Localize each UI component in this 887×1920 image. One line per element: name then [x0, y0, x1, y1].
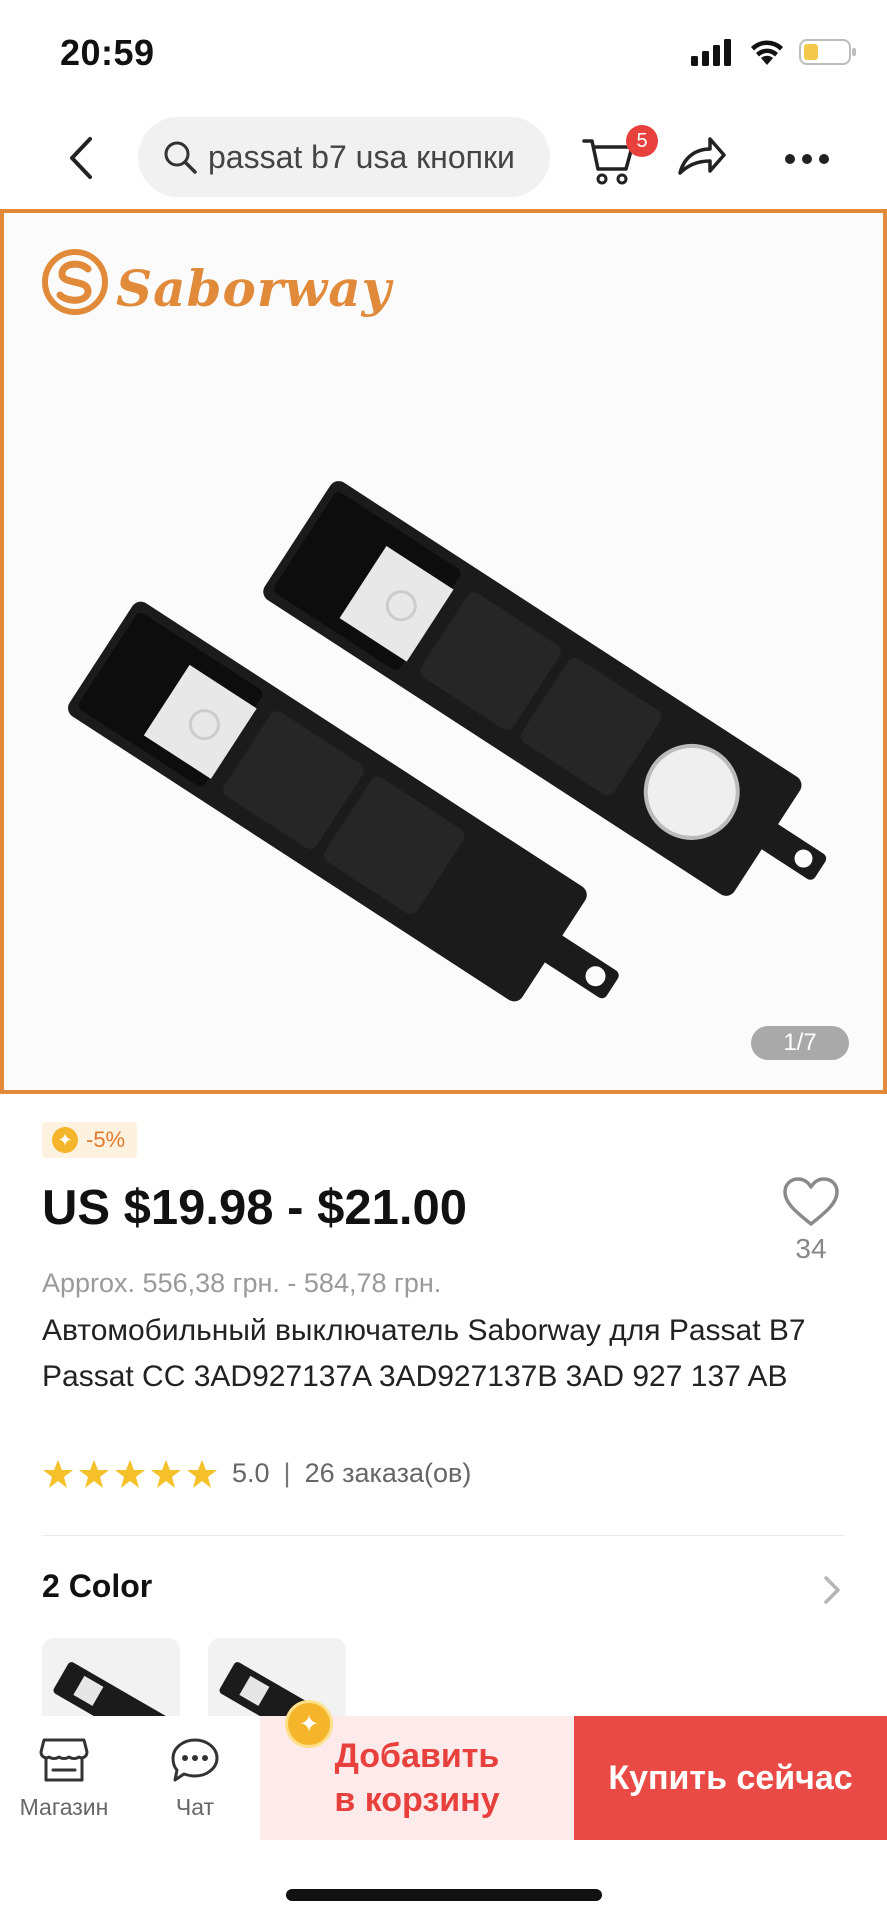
home-indicator [286, 1889, 602, 1901]
status-icons [691, 38, 857, 66]
rating-row[interactable]: 5.0 | 26 заказа(ов) [42, 1458, 471, 1489]
add-to-cart-line1: Добавить [334, 1737, 500, 1775]
store-icon [39, 1738, 89, 1782]
wifi-icon [751, 40, 783, 65]
add-to-cart-label: Добавить в корзину [334, 1734, 499, 1822]
product-image-gallery[interactable]: Saborway 1/7 [0, 209, 887, 1094]
image-counter: 1/7 [751, 1026, 849, 1060]
chat-label: Чат [175, 1794, 215, 1820]
approx-price: Approx. 556,38 грн. - 584,78 грн. [42, 1268, 442, 1298]
search-icon [164, 141, 197, 174]
more-icon[interactable] [784, 153, 830, 165]
chat-button[interactable]: Чат [150, 1716, 240, 1840]
battery-icon [799, 39, 856, 65]
wishlist-count: 34 [795, 1233, 827, 1264]
variant-section-title[interactable]: 2 Color [42, 1568, 152, 1605]
heart-icon[interactable] [782, 1176, 840, 1228]
product-photo [68, 481, 827, 1002]
search-query: passat b7 usa кнопки [208, 138, 515, 175]
rating-value: 5.0 [232, 1458, 270, 1488]
coin-icon[interactable]: ✦ [285, 1700, 333, 1748]
status-time: 20:59 [60, 32, 155, 73]
divider [42, 1535, 845, 1536]
star-icon [115, 1459, 145, 1488]
star-icon [187, 1459, 217, 1488]
signal-icon [691, 39, 731, 66]
price-range: US $19.98 - $21.00 [42, 1181, 467, 1235]
discount-badge: ✦ -5% [42, 1122, 138, 1158]
separator: | [283, 1458, 291, 1488]
share-icon[interactable] [676, 133, 728, 183]
discount-value: -5% [86, 1127, 126, 1152]
rating-stars [42, 1459, 218, 1489]
search-input[interactable]: passat b7 usa кнопки [138, 117, 550, 197]
product-title: Автомобильный выключатель Saborway для P… [42, 1314, 806, 1393]
store-button[interactable]: Магазин [14, 1716, 114, 1840]
buy-now-button[interactable]: Купить сейчас [574, 1716, 887, 1840]
bottom-action-bar: Магазин Чат Добавить в корзину Купить се… [0, 1716, 887, 1840]
orders-count: 26 заказа(ов) [304, 1458, 472, 1488]
top-bar: passat b7 usa кнопки 5 [0, 105, 887, 211]
chat-icon [171, 1738, 219, 1782]
store-label: Магазин [19, 1794, 109, 1820]
coin-icon: ✦ [52, 1127, 78, 1153]
chevron-right-icon[interactable] [822, 1574, 842, 1606]
add-to-cart-line2: в корзину [334, 1781, 500, 1819]
back-arrow-icon[interactable] [62, 135, 102, 181]
star-icon [151, 1459, 181, 1488]
star-icon [43, 1459, 73, 1488]
cart-count-badge: 5 [626, 125, 658, 157]
star-icon [79, 1459, 109, 1488]
status-bar: 20:59 [0, 0, 887, 105]
